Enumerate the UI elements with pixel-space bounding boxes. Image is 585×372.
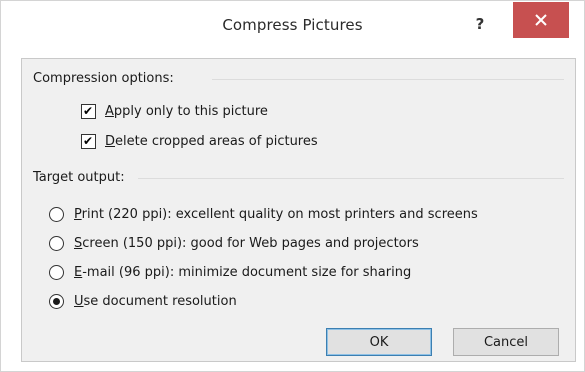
radio-label: E-mail (96 ppi): minimize document size … [74,264,412,280]
compress-pictures-dialog: Compress Pictures ? Compression options:… [0,0,585,372]
group-divider [138,178,564,179]
radio-label: Print (220 ppi): excellent quality on mo… [74,206,478,222]
radio-label: Use document resolution [74,293,237,309]
target-email-radio[interactable]: E-mail (96 ppi): minimize document size … [49,261,411,283]
checkmark-icon: ✔ [83,103,94,118]
delete-cropped-areas-checkbox[interactable]: ✔ Delete cropped areas of pictures [81,130,318,152]
ok-button[interactable]: OK [326,328,432,356]
help-button[interactable]: ? [466,12,494,36]
compression-options-label: Compression options: [33,71,174,86]
checkbox-box[interactable]: ✔ [81,103,96,119]
radio-circle[interactable] [49,264,64,280]
dialog-title: Compress Pictures [222,16,363,34]
radio-selected-dot [53,297,60,305]
group-divider [212,79,564,80]
checkmark-icon: ✔ [83,133,94,148]
target-screen-radio[interactable]: Screen (150 ppi): good for Web pages and… [49,232,419,254]
radio-circle[interactable] [49,293,64,309]
target-document-resolution-radio[interactable]: Use document resolution [49,290,237,312]
radio-circle[interactable] [49,206,64,222]
title-bar[interactable]: Compress Pictures ? [2,2,583,58]
target-output-label: Target output: [33,170,125,185]
checkbox-label: Apply only to this picture [105,103,268,119]
radio-label: Screen (150 ppi): good for Web pages and… [74,235,419,251]
close-icon [535,14,547,26]
dialog-body: Compression options: ✔ Apply only to thi… [21,58,576,362]
radio-circle[interactable] [49,235,64,251]
cancel-button[interactable]: Cancel [453,328,559,356]
checkbox-label: Delete cropped areas of pictures [105,133,318,149]
apply-only-to-this-picture-checkbox[interactable]: ✔ Apply only to this picture [81,100,268,122]
target-print-radio[interactable]: Print (220 ppi): excellent quality on mo… [49,203,478,225]
close-button[interactable] [513,2,569,38]
checkbox-box[interactable]: ✔ [81,133,96,149]
